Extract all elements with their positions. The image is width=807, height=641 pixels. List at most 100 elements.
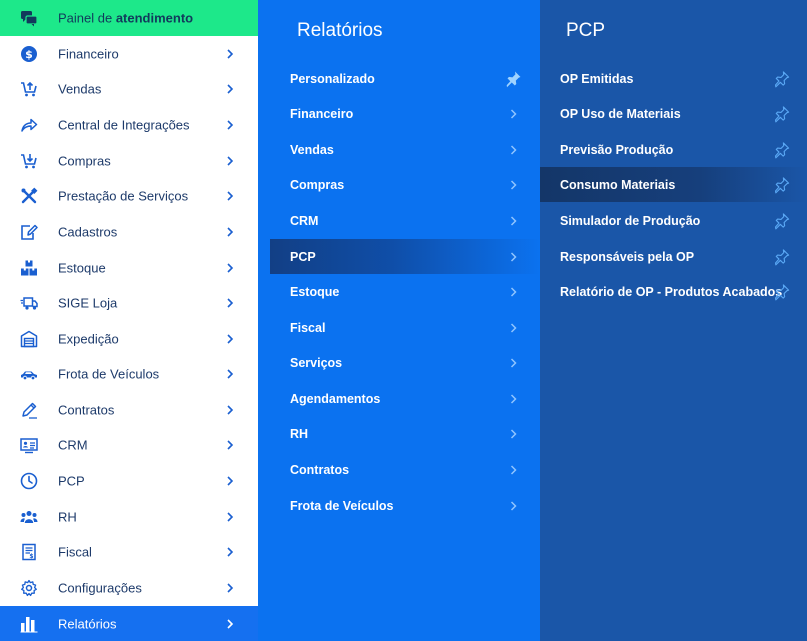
reports-item-label: CRM: [290, 213, 319, 228]
sidebar-item-frota-de-veiculos[interactable]: Frota de Veículos: [0, 356, 258, 391]
reports-item-label: Fiscal: [290, 320, 326, 335]
reports-item-financeiro[interactable]: Financeiro: [270, 96, 540, 131]
pcp-item-label: Responsáveis pela OP: [560, 249, 695, 264]
chevron-right-icon: [508, 286, 519, 297]
chevron-right-icon: [224, 155, 236, 167]
reports-item-label: Frota de Veículos: [290, 498, 394, 513]
reports-item-label: Serviços: [290, 355, 343, 370]
reports-item-frota-de-veiculos[interactable]: Frota de Veículos: [270, 488, 540, 523]
reports-item-pcp[interactable]: PCP: [270, 239, 540, 274]
chevron-right-icon: [224, 582, 236, 594]
sidebar-item-expedicao[interactable]: Expedição: [0, 321, 258, 356]
reports-item-label: Vendas: [290, 142, 334, 157]
reports-item-label: Financeiro: [290, 106, 354, 121]
pcp-item-label: OP Emitidas: [560, 71, 634, 86]
reports-item-agendamentos[interactable]: Agendamentos: [270, 381, 540, 416]
chevron-right-icon: [224, 511, 236, 523]
reports-item-personalizado[interactable]: Personalizado: [270, 61, 540, 96]
pcp-item-previsao-producao[interactable]: Previsão Produção: [540, 132, 807, 167]
chevron-right-icon: [224, 297, 236, 309]
pcp-panel: PCP OP Emitidas OP Uso de Materiais Prev…: [540, 0, 807, 641]
chevron-right-icon: [224, 119, 236, 131]
pin-outline-icon[interactable]: [773, 105, 790, 122]
sidebar-item-label: Estoque: [58, 260, 106, 275]
svg-text:$: $: [29, 552, 33, 559]
pcp-item-simulador-de-producao[interactable]: Simulador de Produção: [540, 203, 807, 238]
chevron-right-icon: [508, 108, 519, 119]
reports-item-label: Contratos: [290, 462, 350, 477]
reports-item-label: PCP: [290, 249, 316, 264]
pcp-item-label: OP Uso de Materiais: [560, 106, 681, 121]
sidebar-item-central-de-integracoes[interactable]: Central de Integrações: [0, 107, 258, 142]
pin-outline-icon[interactable]: [773, 248, 790, 265]
chevron-right-icon: [224, 475, 236, 487]
pcp-panel-title: PCP: [566, 20, 606, 41]
reports-item-label: Compras: [290, 177, 345, 192]
reports-item-vendas[interactable]: Vendas: [270, 132, 540, 167]
sidebar-item-contratos[interactable]: Contratos: [0, 392, 258, 427]
reports-item-rh[interactable]: RH: [270, 416, 540, 451]
sidebar-item-pcp[interactable]: PCP: [0, 463, 258, 498]
main-sidebar: Painel de atendimento $ Financeiro Venda…: [0, 0, 258, 641]
sidebar-item-configuracoes[interactable]: Configurações: [0, 570, 258, 605]
chevron-right-icon: [224, 48, 236, 60]
reports-item-servicos[interactable]: Serviços: [270, 345, 540, 380]
id-card-icon: [20, 436, 38, 454]
pen-icon: [20, 401, 38, 419]
boxes-icon: [20, 259, 38, 277]
chevron-right-icon: [224, 262, 236, 274]
pin-outline-icon[interactable]: [773, 212, 790, 229]
sidebar-item-label: Fiscal: [58, 544, 92, 559]
chevron-right-icon: [508, 144, 519, 155]
sidebar-item-painel-de-atendimento[interactable]: Painel de atendimento: [0, 0, 258, 36]
sidebar-item-prestacao-de-servicos[interactable]: Prestação de Serviços: [0, 178, 258, 213]
sidebar-item-cadastros[interactable]: Cadastros: [0, 214, 258, 249]
pin-outline-icon[interactable]: [773, 141, 790, 158]
tools-icon: [20, 187, 38, 205]
pcp-item-responsaveis-pela-op[interactable]: Responsáveis pela OP: [540, 239, 807, 274]
sidebar-item-label: Contratos: [58, 402, 115, 417]
chevron-right-icon: [508, 393, 519, 404]
reports-item-label: Personalizado: [290, 71, 375, 86]
reports-item-contratos[interactable]: Contratos: [270, 452, 540, 487]
sidebar-item-rh[interactable]: RH: [0, 499, 258, 534]
cart-down-icon: [20, 152, 38, 170]
reports-item-fiscal[interactable]: Fiscal: [270, 310, 540, 345]
sidebar-item-compras[interactable]: Compras: [0, 143, 258, 178]
people-icon: [20, 508, 38, 526]
chevron-right-icon: [224, 546, 236, 558]
pin-outline-icon[interactable]: [773, 283, 790, 300]
sidebar-item-label: CRM: [58, 437, 88, 452]
reports-item-estoque[interactable]: Estoque: [270, 274, 540, 309]
pcp-item-op-emitidas[interactable]: OP Emitidas: [540, 61, 807, 96]
sidebar-item-vendas[interactable]: Vendas: [0, 71, 258, 106]
pin-outline-icon[interactable]: [773, 70, 790, 87]
reports-item-compras[interactable]: Compras: [270, 167, 540, 202]
sidebar-item-financeiro[interactable]: $ Financeiro: [0, 36, 258, 71]
sidebar-item-estoque[interactable]: Estoque: [0, 250, 258, 285]
pcp-item-consumo-materiais[interactable]: Consumo Materiais: [540, 167, 807, 202]
pcp-item-op-uso-de-materiais[interactable]: OP Uso de Materiais: [540, 96, 807, 131]
chevron-right-icon: [508, 500, 519, 511]
reports-panel: Relatórios Personalizado Financeiro Vend…: [258, 0, 540, 641]
sidebar-item-sige-loja[interactable]: SIGE Loja: [0, 285, 258, 320]
sidebar-item-crm[interactable]: CRM: [0, 427, 258, 462]
sidebar-item-label: Configurações: [58, 580, 142, 595]
edit-document-icon: [20, 223, 38, 241]
sidebar-item-label: Financeiro: [58, 46, 119, 61]
car-icon: [20, 365, 38, 383]
sidebar-item-label: Compras: [58, 153, 111, 168]
sidebar-item-fiscal[interactable]: $ Fiscal: [0, 534, 258, 569]
sidebar-header-label: Painel de atendimento: [58, 10, 194, 26]
chat-bubbles-icon: [20, 9, 38, 27]
chevron-right-icon: [224, 404, 236, 416]
pin-filled-icon[interactable]: [504, 70, 522, 88]
pcp-item-relatorio-de-op-produtos-acabados[interactable]: Relatório de OP - Produtos Acabados: [540, 274, 807, 309]
chevron-right-icon: [508, 179, 519, 190]
reports-item-crm[interactable]: CRM: [270, 203, 540, 238]
pcp-item-label: Relatório de OP - Produtos Acabados: [560, 284, 783, 299]
cart-up-icon: [20, 80, 38, 98]
reports-item-label: RH: [290, 426, 309, 441]
sidebar-item-relatorios[interactable]: Relatórios: [0, 606, 258, 641]
pin-outline-icon[interactable]: [773, 176, 790, 193]
